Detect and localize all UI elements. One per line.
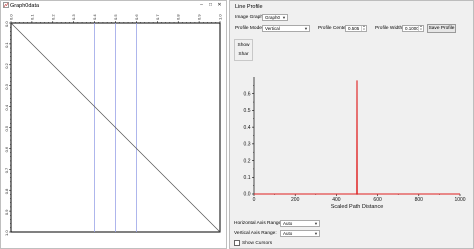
image-graph-select[interactable]: Graph0 ▼ (262, 14, 288, 21)
maximize-icon[interactable]: □ (206, 1, 215, 9)
y-tick-label: 0.4 (4, 104, 9, 110)
x-tick-label: 200 (291, 197, 300, 203)
y-tick-label: 0.8 (4, 188, 9, 194)
spinner-arrows-icon[interactable]: ▲ ▼ (361, 25, 366, 31)
h-axis-range-label: Horizontal Axis Range: (234, 221, 283, 226)
y-tick-label: 0.4 (244, 125, 251, 131)
y-tick-label: 0.7 (4, 167, 9, 173)
x-tick-label: 1.0 (218, 14, 223, 20)
y-tick-label: 0.1 (244, 175, 251, 181)
y-tick-label: 0.0 (4, 21, 9, 27)
spinner-arrows-icon[interactable]: ▲ ▼ (418, 25, 423, 31)
y-tick-label: 0.2 (244, 158, 251, 164)
show-button-label: Show (237, 43, 250, 48)
x-tick-label: 0.8 (176, 14, 181, 20)
h-axis-range-value: Auto (283, 221, 293, 226)
profile-mode-label: Profile Mode: (235, 26, 264, 31)
close-icon[interactable]: ✕ (215, 1, 224, 9)
v-axis-range-label: Vertical Axis Range: (234, 231, 277, 236)
x-tick-label: 0 (253, 197, 256, 203)
chevron-down-icon: ▼ (314, 231, 318, 236)
y-tick-label: 1.0 (4, 230, 9, 236)
line-profile-panel: Line Profile Image Graph: Graph0 ▼ Profi… (229, 0, 474, 249)
graph-window-titlebar[interactable]: Graph0data – □ ✕ (1, 1, 226, 10)
chevron-down-icon: ▼ (314, 221, 318, 226)
profile-center-value: 0.505 (348, 26, 360, 31)
y-tick-label: 0.2 (4, 62, 9, 68)
y-tick-label: 0.5 (244, 108, 251, 114)
minimize-icon[interactable]: – (197, 1, 206, 9)
save-profile-button[interactable]: Save Profile (427, 24, 456, 33)
profile-width-value: 0.1000 (405, 26, 419, 31)
x-tick-label: 0.2 (50, 14, 55, 20)
show-button-sub-label: Shar (238, 52, 249, 57)
image-graph-value: Graph0 (265, 15, 281, 20)
v-axis-range-value: Auto (283, 231, 293, 236)
profile-plot[interactable]: 0 200 400 600 800 1000 0.0 0.1 0.2 0.3 0.4 0.5 0.6 Sc… (234, 74, 470, 214)
profile-series-line (254, 80, 460, 195)
y-tick-label: 0.5 (4, 125, 9, 131)
x-tick-label: 0.9 (197, 14, 202, 20)
show-cursors-label: Show Cursors (242, 240, 273, 246)
profile-width-label: Profile Width: (375, 26, 404, 31)
h-axis-range-select[interactable]: Auto ▼ (280, 220, 320, 227)
profile-center-input[interactable]: 0.505 ▲ ▼ (345, 25, 367, 32)
chevron-down-icon: ▼ (304, 26, 308, 31)
profile-width-input[interactable]: 0.1000 ▲ ▼ (402, 25, 424, 32)
x-tick-label: 1000 (454, 197, 465, 203)
x-tick-label: 0.4 (92, 14, 97, 20)
graph-window-title: Graph0data (10, 2, 40, 9)
show-button[interactable]: Show Shar (234, 39, 253, 61)
v-axis-range-select[interactable]: Auto ▼ (280, 230, 320, 237)
x-tick-label: 0.6 (134, 14, 139, 20)
panel-title: Line Profile (235, 4, 263, 10)
x-axis-label: Scaled Path Distance (331, 204, 384, 210)
y-tick-label: 0.9 (4, 209, 9, 215)
profile-mode-select[interactable]: Vertical ▼ (262, 25, 310, 32)
y-tick-label: 0.0 (244, 192, 251, 198)
x-tick-label: 0.5 (113, 14, 118, 20)
profile-mode-value: Vertical (265, 26, 280, 31)
x-tick-label: 0.1 (29, 14, 34, 20)
y-tick-label: 0.1 (4, 42, 9, 48)
checkbox-icon (234, 240, 240, 246)
image-graph[interactable]: 0.0 0.1 0.2 0.3 0.4 0.5 0.6 0.7 0.8 0.9 1.0 0.0 0.1 0… (1, 10, 226, 248)
x-tick-label: 0.7 (155, 14, 160, 20)
image-graph-label: Image Graph: (235, 15, 265, 20)
x-tick-label: 0.3 (71, 14, 76, 20)
show-cursors-checkbox[interactable]: Show Cursors (234, 240, 272, 246)
graph-window: Graph0data – □ ✕ 0.0 0.1 0.2 0.3 0.4 0.5 0.6 0.… (0, 0, 227, 249)
y-tick-label: 0.3 (4, 83, 9, 89)
x-tick-label: 400 (332, 197, 341, 203)
chevron-down-icon: ▼ (282, 15, 286, 20)
graph-window-icon (3, 2, 9, 8)
x-tick-label: 0.0 (9, 14, 14, 20)
y-tick-label: 0.6 (244, 91, 251, 97)
x-tick-label: 800 (415, 197, 424, 203)
x-tick-label: 600 (373, 197, 382, 203)
y-tick-label: 0.6 (4, 146, 9, 152)
y-tick-label: 0.3 (244, 142, 251, 148)
